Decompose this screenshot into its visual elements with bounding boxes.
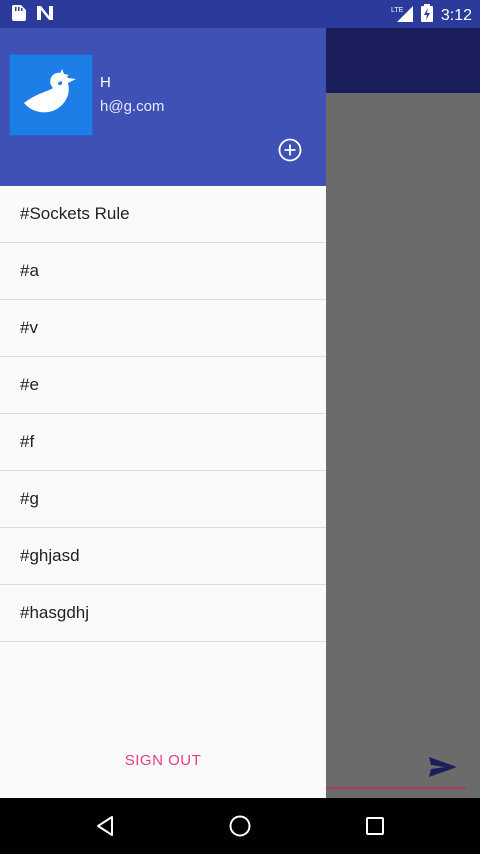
back-icon[interactable] xyxy=(93,814,117,838)
add-channel-icon[interactable] xyxy=(278,138,302,162)
recents-icon[interactable] xyxy=(363,814,387,838)
sign-out-button[interactable]: SIGN OUT xyxy=(0,752,326,769)
bird-icon xyxy=(24,69,76,113)
list-item[interactable]: #hasgdhj xyxy=(0,585,326,642)
sd-card-icon xyxy=(12,5,26,26)
list-item[interactable]: #Sockets Rule xyxy=(0,186,326,243)
list-item[interactable]: #f xyxy=(0,414,326,471)
send-icon[interactable] xyxy=(428,756,458,778)
status-bar: LTE 3:12 xyxy=(0,0,480,28)
list-item[interactable]: #a xyxy=(0,243,326,300)
avatar[interactable] xyxy=(9,54,93,136)
navigation-drawer: H h@g.com #Sockets Rule #a #v #e #f #g #… xyxy=(0,28,326,798)
dimmed-content[interactable] xyxy=(326,93,480,798)
user-email: h@g.com xyxy=(100,98,165,115)
list-item[interactable]: #ghjasd xyxy=(0,528,326,585)
battery-icon xyxy=(420,4,433,27)
system-nav-bar xyxy=(0,798,480,854)
list-item[interactable]: #g xyxy=(0,471,326,528)
drawer-header: H h@g.com xyxy=(0,28,326,186)
list-item[interactable]: #e xyxy=(0,357,326,414)
notification-n-icon xyxy=(36,5,54,26)
list-item[interactable]: #v xyxy=(0,300,326,357)
svg-text:LTE: LTE xyxy=(391,7,404,14)
signal-icon: LTE xyxy=(391,4,413,27)
home-icon[interactable] xyxy=(228,814,252,838)
message-input-underline[interactable] xyxy=(326,787,466,789)
channel-list: #Sockets Rule #a #v #e #f #g #ghjasd #ha… xyxy=(0,186,326,642)
status-time: 3:12 xyxy=(440,6,472,24)
user-name: H xyxy=(100,74,111,91)
app-bar xyxy=(326,28,480,93)
